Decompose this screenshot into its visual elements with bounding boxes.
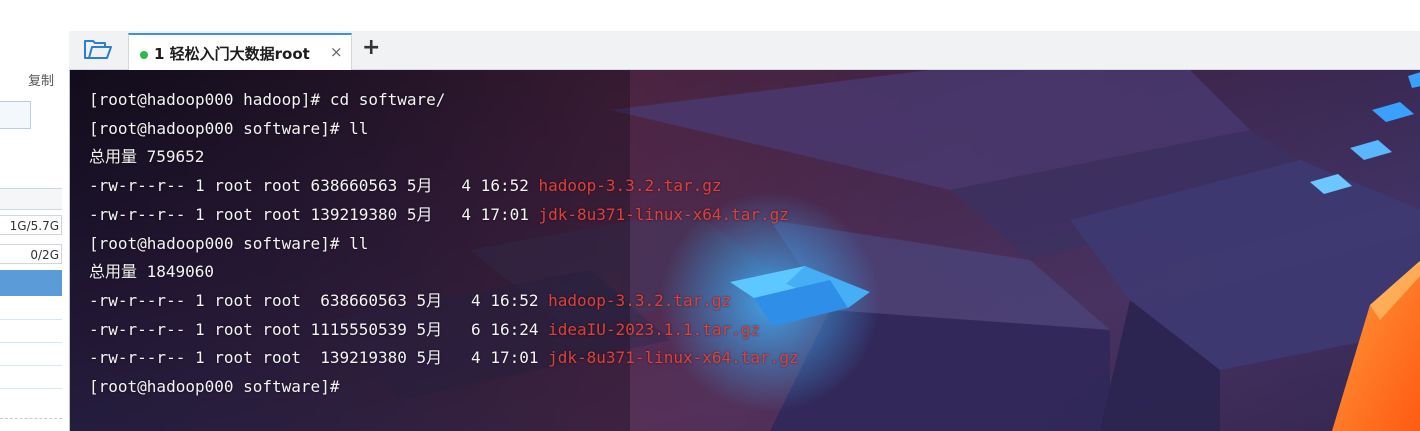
terminal-line: -rw-r--r-- 1 root root 139219380 5月 4 17… <box>89 344 799 373</box>
terminal-line-text: -rw-r--r-- 1 root root 139219380 5月 4 17… <box>89 204 539 224</box>
terminal-line-text: -rw-r--r-- 1 root root 638660563 5月 4 16… <box>89 290 549 310</box>
folder-open-icon[interactable] <box>83 39 113 61</box>
swap-usage: 0/2G <box>0 244 62 264</box>
connection-status-icon <box>140 51 148 59</box>
terminal-line: [root@hadoop000 software]# <box>89 373 799 402</box>
terminal-line-text: [root@hadoop000 software]# <box>89 377 350 397</box>
add-tab-button[interactable]: + <box>362 35 380 60</box>
terminal-line-text: 总用量 1849060 <box>89 262 215 282</box>
terminal-line: -rw-r--r-- 1 root root 139219380 5月 4 17… <box>89 201 799 230</box>
terminal-line-text: -rw-r--r-- 1 root root 638660563 5月 4 16… <box>89 176 539 196</box>
close-icon[interactable]: × <box>330 43 343 61</box>
left-sidebar: 复制 1G/5.7G 0/2G <box>0 0 69 431</box>
terminal-line: [root@hadoop000 hadoop]# cd software/ <box>89 86 799 115</box>
terminal-line: [root@hadoop000 software]# ll <box>89 115 799 144</box>
terminal-file-name: hadoop-3.3.2.tar.gz <box>538 176 722 196</box>
session-tab-bar: 1 轻松入门大数据root × + <box>69 31 1420 70</box>
terminal-file-name: jdk-8u371-linux-x64.tar.gz <box>548 348 799 368</box>
list-item[interactable] <box>0 319 62 343</box>
terminal-line-text: -rw-r--r-- 1 root root 1115550539 5月 6 1… <box>89 319 549 339</box>
terminal-view[interactable]: [root@hadoop000 hadoop]# cd software/ [ro… <box>69 70 1420 431</box>
tab-title: 1 轻松入门大数据root <box>154 45 310 63</box>
terminal-line-text: [root@hadoop000 software]# ll <box>89 118 369 138</box>
terminal-line-text: [root@hadoop000 hadoop]# cd software/ <box>89 90 446 109</box>
list-item[interactable] <box>0 365 62 389</box>
terminal-line: [root@hadoop000 software]# ll <box>89 230 799 259</box>
terminal-line-text: -rw-r--r-- 1 root root 139219380 5月 4 17… <box>89 348 549 368</box>
terminal-line-text: 总用量 759652 <box>89 147 205 167</box>
sidebar-header-row <box>0 188 62 210</box>
list-item[interactable] <box>0 296 62 320</box>
terminal-file-name: hadoop-3.3.2.tar.gz <box>548 290 732 310</box>
terminal-file-name: ideaIU-2023.1.1.tar.gz <box>548 319 761 339</box>
divider <box>0 418 62 419</box>
sidebar-input-box[interactable] <box>0 101 31 129</box>
list-item[interactable] <box>0 342 62 366</box>
terminal-line: -rw-r--r-- 1 root root 638660563 5月 4 16… <box>89 172 799 201</box>
terminal-output: [root@hadoop000 hadoop]# cd software/ [ro… <box>89 86 799 402</box>
terminal-line: 总用量 759652 <box>89 143 799 172</box>
memory-usage: 1G/5.7G <box>0 215 62 235</box>
terminal-line-text: [root@hadoop000 software]# ll <box>89 233 369 253</box>
list-item-selected[interactable] <box>0 270 62 296</box>
terminal-file-name: jdk-8u371-linux-x64.tar.gz <box>538 204 789 224</box>
tab-session-1[interactable]: 1 轻松入门大数据root × <box>128 33 352 70</box>
copy-button[interactable]: 复制 <box>28 70 54 89</box>
terminal-line: -rw-r--r-- 1 root root 638660563 5月 4 16… <box>89 287 799 316</box>
terminal-line: -rw-r--r-- 1 root root 1115550539 5月 6 1… <box>89 316 799 345</box>
terminal-line: 总用量 1849060 <box>89 258 799 287</box>
